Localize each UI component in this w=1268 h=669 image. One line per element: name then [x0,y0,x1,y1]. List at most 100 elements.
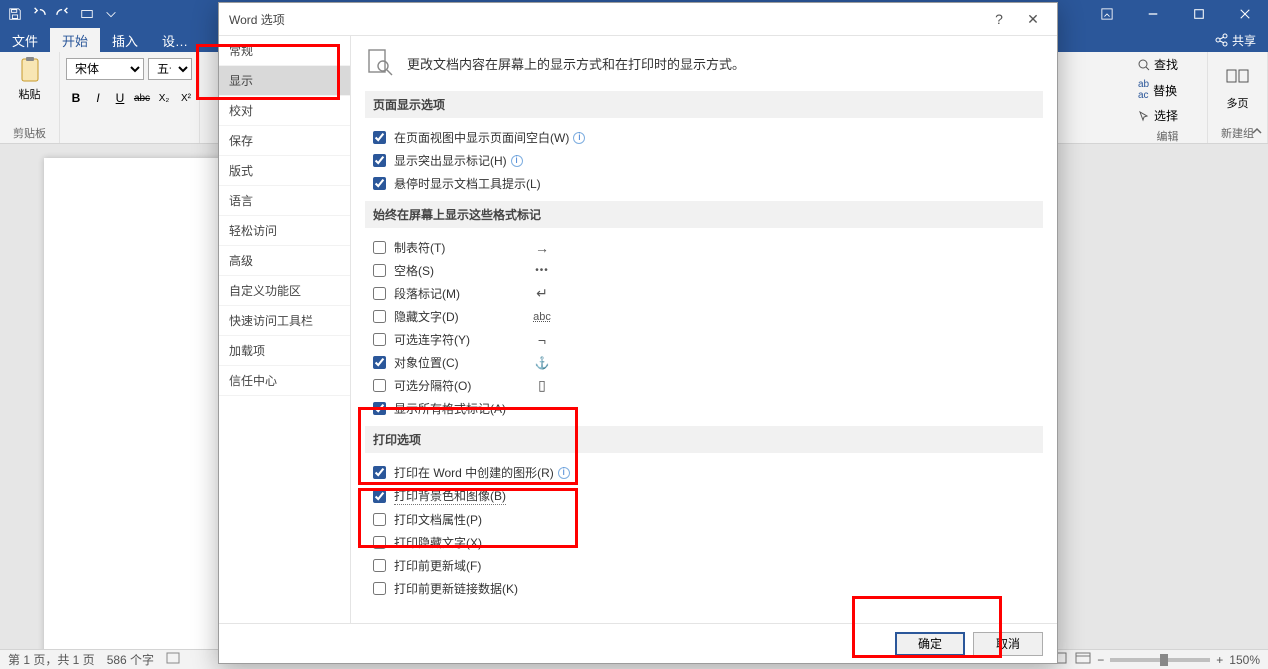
ok-button[interactable]: 确定 [895,632,965,656]
zoom-in-button[interactable]: + [1216,653,1223,667]
opt-opt-hyphen[interactable]: 可选连字符(Y)¬ [365,328,565,351]
share-label: 共享 [1232,32,1256,49]
checkbox-print-props[interactable] [373,513,386,526]
share-button[interactable]: 共享 [1202,28,1268,52]
field-icon[interactable] [76,3,98,25]
checkbox-print-fields[interactable] [373,559,386,572]
maximize-icon[interactable] [1176,0,1222,28]
redo-icon[interactable] [52,3,74,25]
options-dialog: Word 选项 ? ✕ 常规 显示 校对 保存 版式 语言 轻松访问 高级 自定… [218,2,1058,664]
checkbox-whitespace[interactable] [373,131,386,144]
paste-button[interactable]: 粘贴 [14,54,46,104]
info-icon[interactable]: i [511,155,523,167]
checkbox-highlight[interactable] [373,154,386,167]
status-page[interactable]: 第 1 页，共 1 页 [8,651,95,668]
info-icon[interactable]: i [558,467,570,479]
zoom-out-button[interactable]: − [1097,653,1104,667]
opt-paragraph-mark[interactable]: 段落标记(M)↵ [365,282,565,305]
font-size-select[interactable]: 五号 [148,58,192,80]
checkbox-para[interactable] [373,287,386,300]
checkbox-all-marks[interactable] [373,402,386,415]
checkbox-print-links[interactable] [373,582,386,595]
checkbox-print-background[interactable] [373,490,386,503]
checkbox-anchor[interactable] [373,356,386,369]
close-icon[interactable] [1222,0,1268,28]
view-web-icon[interactable] [1075,652,1091,667]
opt-tooltips[interactable]: 悬停时显示文档工具提示(L) [365,172,1043,195]
checkbox-print-drawings[interactable] [373,466,386,479]
save-icon[interactable] [4,3,26,25]
sidebar-item-display[interactable]: 显示 [219,66,350,96]
opt-anchor[interactable]: 对象位置(C) ⚓ [365,351,565,374]
opt-opt-break[interactable]: 可选分隔符(O)▯ [365,374,565,397]
checkbox-hyphen[interactable] [373,333,386,346]
italic-button[interactable]: I [88,88,108,108]
cancel-button[interactable]: 取消 [973,632,1043,656]
replace-button[interactable]: abac 替换 [1134,77,1182,103]
zoom-percent[interactable]: 150% [1229,653,1260,667]
opt-tab-char[interactable]: 制表符(T)→ [365,236,565,259]
checkbox-print-hidden[interactable] [373,536,386,549]
checkbox-space[interactable] [373,264,386,277]
sidebar-item-addins[interactable]: 加载项 [219,336,350,366]
zoom-slider[interactable] [1110,658,1210,662]
ribbon-display-options-icon[interactable] [1084,0,1130,28]
symbol-hyphen: ¬ [527,332,557,348]
checkbox-tab[interactable] [373,241,386,254]
opt-print-fields[interactable]: 打印前更新域(F) [365,554,1043,577]
sidebar-item-trust[interactable]: 信任中心 [219,366,350,396]
checkbox-hidden[interactable] [373,310,386,323]
opt-highlight[interactable]: 显示突出显示标记(H)i [365,149,1043,172]
label-hidden: 隐藏文字(D) [394,308,459,325]
underline-button[interactable]: U [110,88,130,108]
opt-print-hidden[interactable]: 打印隐藏文字(X) [365,531,1043,554]
info-icon[interactable]: i [573,132,585,144]
font-name-select[interactable]: 宋体 [66,58,144,80]
tab-home[interactable]: 开始 [50,28,100,52]
symbol-anchor: ⚓ [527,356,557,370]
dialog-help-icon[interactable]: ? [985,7,1013,31]
section-page-display: 页面显示选项 [365,91,1043,118]
clipboard-group-label: 剪贴板 [6,123,53,141]
sidebar-item-qat[interactable]: 快速访问工具栏 [219,306,350,336]
select-button[interactable]: 选择 [1134,105,1182,126]
multipage-button[interactable]: 多页 [1220,63,1256,115]
opt-whitespace[interactable]: 在页面视图中显示页面间空白(W)i [365,126,1043,149]
opt-print-background[interactable]: 打印背景色和图像(B) [365,484,1043,508]
status-proofing-icon[interactable] [166,652,180,667]
opt-hidden-text[interactable]: 隐藏文字(D)abc [365,305,565,328]
sidebar-item-proofing[interactable]: 校对 [219,96,350,126]
sidebar-item-customize-ribbon[interactable]: 自定义功能区 [219,276,350,306]
tab-insert[interactable]: 插入 [100,28,150,52]
sidebar-item-language[interactable]: 语言 [219,186,350,216]
sidebar-item-ease[interactable]: 轻松访问 [219,216,350,246]
checkbox-tooltips[interactable] [373,177,386,190]
checkbox-optbreak[interactable] [373,379,386,392]
sidebar-item-advanced[interactable]: 高级 [219,246,350,276]
collapse-ribbon-icon[interactable] [1250,124,1264,141]
strikethrough-button[interactable]: abc [132,88,152,108]
subscript-button[interactable]: X₂ [154,88,174,108]
tab-file[interactable]: 文件 [0,28,50,52]
find-button[interactable]: 查找 [1134,54,1182,75]
pointer-icon [1138,110,1150,122]
opt-print-links[interactable]: 打印前更新链接数据(K) [365,577,1043,600]
sidebar-item-format[interactable]: 版式 [219,156,350,186]
superscript-button[interactable]: X² [176,88,196,108]
label-anchor: 对象位置(C) [394,354,459,371]
sidebar-item-general[interactable]: 常规 [219,36,350,66]
minimize-icon[interactable] [1130,0,1176,28]
tab-design[interactable]: 设… [150,28,200,52]
opt-print-drawings[interactable]: 打印在 Word 中创建的图形(R)i [365,461,1043,484]
dialog-content: 更改文档内容在屏幕上的显示方式和在打印时的显示方式。 页面显示选项 在页面视图中… [351,36,1057,623]
qat-more-icon[interactable] [100,3,122,25]
undo-icon[interactable] [28,3,50,25]
edit-group-label: 编辑 [1134,126,1201,144]
dialog-close-icon[interactable]: ✕ [1019,7,1047,31]
sidebar-item-save[interactable]: 保存 [219,126,350,156]
opt-space-char[interactable]: 空格(S)••• [365,259,565,282]
opt-print-props[interactable]: 打印文档属性(P) [365,508,1043,531]
bold-button[interactable]: B [66,88,86,108]
status-wordcount[interactable]: 586 个字 [107,651,154,668]
opt-show-all-marks[interactable]: 显示所有格式标记(A) [365,397,1043,420]
